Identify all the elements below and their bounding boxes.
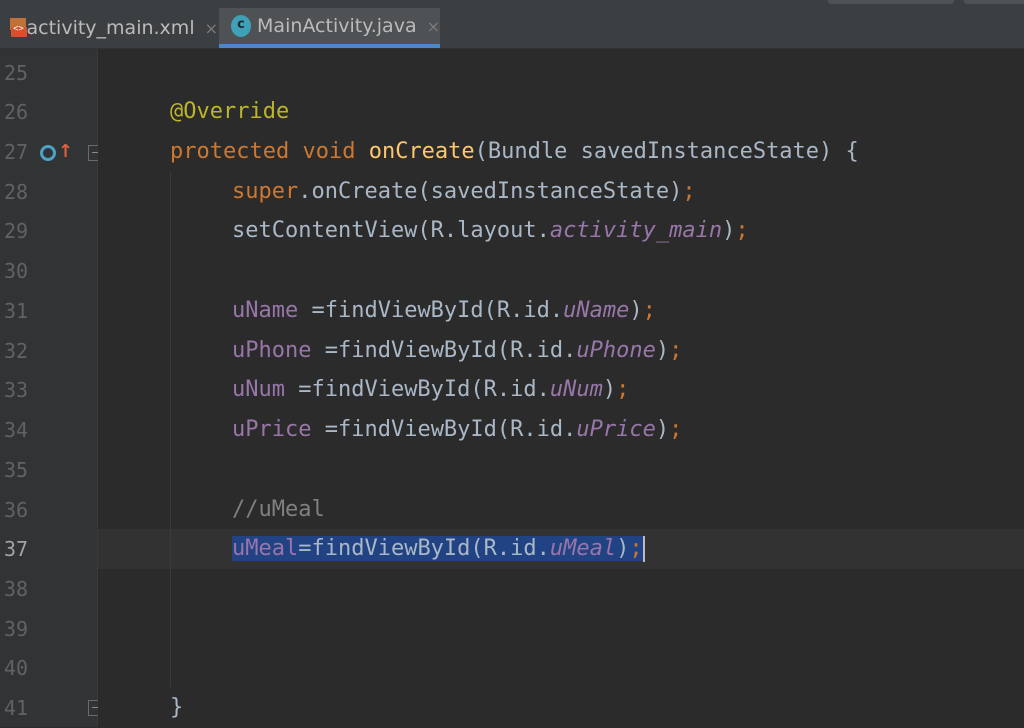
field-name: uMeal <box>232 536 299 561</box>
line-number: 25 <box>4 61 29 85</box>
close-tab-icon[interactable]: × <box>427 17 440 36</box>
code-text: ) <box>722 218 736 243</box>
toolbar-segment <box>828 0 954 4</box>
code-line-28: super.onCreate(savedInstanceState); <box>232 172 696 212</box>
annotation: @Override <box>170 99 290 124</box>
code-text: ) <box>616 536 630 561</box>
indent-guide <box>170 172 171 687</box>
semicolon: ; <box>669 338 683 363</box>
code-text: =findViewById(R.id. <box>284 377 550 402</box>
semicolon: ; <box>669 417 683 442</box>
code-text: =findViewById(R.id. <box>298 298 564 323</box>
keyword: protected <box>170 139 290 164</box>
code-line-26: @Override <box>170 92 289 132</box>
field-name: uName <box>232 298 299 323</box>
line-number: 40 <box>4 656 29 680</box>
field-name: uPhone <box>232 338 312 363</box>
xml-file-icon <box>8 17 27 39</box>
editor-tab-bar: activity_main.xml × c MainActivity.java … <box>0 0 1024 49</box>
java-class-icon: c <box>231 15 252 37</box>
code-text: ) <box>629 298 643 323</box>
code-line-41: } <box>170 688 183 728</box>
text-caret <box>642 536 645 562</box>
keyword: super <box>232 179 299 204</box>
line-number: 28 <box>4 180 29 204</box>
semicolon: ; <box>629 536 643 561</box>
line-number: 41 <box>4 696 29 720</box>
keyword: void <box>302 139 356 164</box>
tab-activity-main-xml[interactable]: activity_main.xml × <box>0 8 218 48</box>
field-name: uNum <box>232 377 285 402</box>
selected-code[interactable]: uMeal=findViewById(R.id.uMeal); <box>232 536 643 561</box>
semicolon: ; <box>735 218 749 243</box>
close-tab-icon[interactable]: × <box>205 19 218 38</box>
semicolon: ; <box>616 377 630 402</box>
code-line-32: uPhone =findViewById(R.id.uPhone); <box>232 331 682 371</box>
code-line-29: setContentView(R.layout.activity_main); <box>232 211 749 251</box>
line-number: 39 <box>4 617 29 641</box>
code-text: =findViewById(R.id. <box>311 338 577 363</box>
code-text: .onCreate(savedInstanceState) <box>298 179 683 204</box>
code-line-27: protected void onCreate(Bundle savedInst… <box>170 132 859 172</box>
line-number: 35 <box>4 458 29 482</box>
toolbar-segment <box>964 0 1024 4</box>
code-line-31: uName =findViewById(R.id.uName); <box>232 291 656 331</box>
line-number: 31 <box>4 299 29 323</box>
field-name: uPrice <box>232 417 312 442</box>
resource-ref: uNum <box>549 377 603 402</box>
override-method-icon[interactable]: ↑ <box>40 143 73 163</box>
resource-ref: uName <box>563 298 630 323</box>
line-number: 30 <box>4 259 29 283</box>
code-text: =findViewById(R.id. <box>298 536 550 561</box>
line-number: 33 <box>4 378 29 402</box>
resource-ref: uPhone <box>576 338 656 363</box>
code-line-33: uNum =findViewById(R.id.uNum); <box>232 370 629 410</box>
resource-ref: uPrice <box>576 417 656 442</box>
code-text: (Bundle savedInstanceState) { <box>474 139 859 164</box>
code-text: ) <box>655 338 670 363</box>
code-line-37: uMeal=findViewById(R.id.uMeal); <box>232 529 645 569</box>
line-number: 29 <box>4 219 29 243</box>
line-number: 27 <box>4 140 29 164</box>
code-text: =findViewById(R.id. <box>311 417 577 442</box>
line-number: 36 <box>4 498 29 522</box>
line-number: 32 <box>4 339 29 363</box>
code-line-36: //uMeal <box>232 490 325 530</box>
tab-label: activity_main.xml <box>26 17 195 39</box>
code-text: ) <box>602 377 617 402</box>
resource-ref: activity_main <box>549 218 723 243</box>
resource-ref: uMeal <box>549 536 617 561</box>
comment: //uMeal <box>232 497 325 522</box>
method-name: onCreate <box>368 139 475 164</box>
tab-main-activity-java[interactable]: c MainActivity.java × <box>219 8 440 48</box>
code-text: setContentView(R.layout. <box>232 218 550 243</box>
top-toolbar-strip <box>0 0 1024 8</box>
line-number: 34 <box>4 418 29 442</box>
tab-label: MainActivity.java <box>257 15 417 37</box>
closing-brace: } <box>170 695 184 720</box>
line-number: 38 <box>4 577 29 601</box>
code-text: ) <box>655 417 670 442</box>
semicolon: ; <box>682 179 696 204</box>
semicolon: ; <box>642 298 656 323</box>
code-line-34: uPrice =findViewById(R.id.uPrice); <box>232 410 682 450</box>
line-number-current: 37 <box>4 537 29 561</box>
line-number: 26 <box>4 100 29 124</box>
